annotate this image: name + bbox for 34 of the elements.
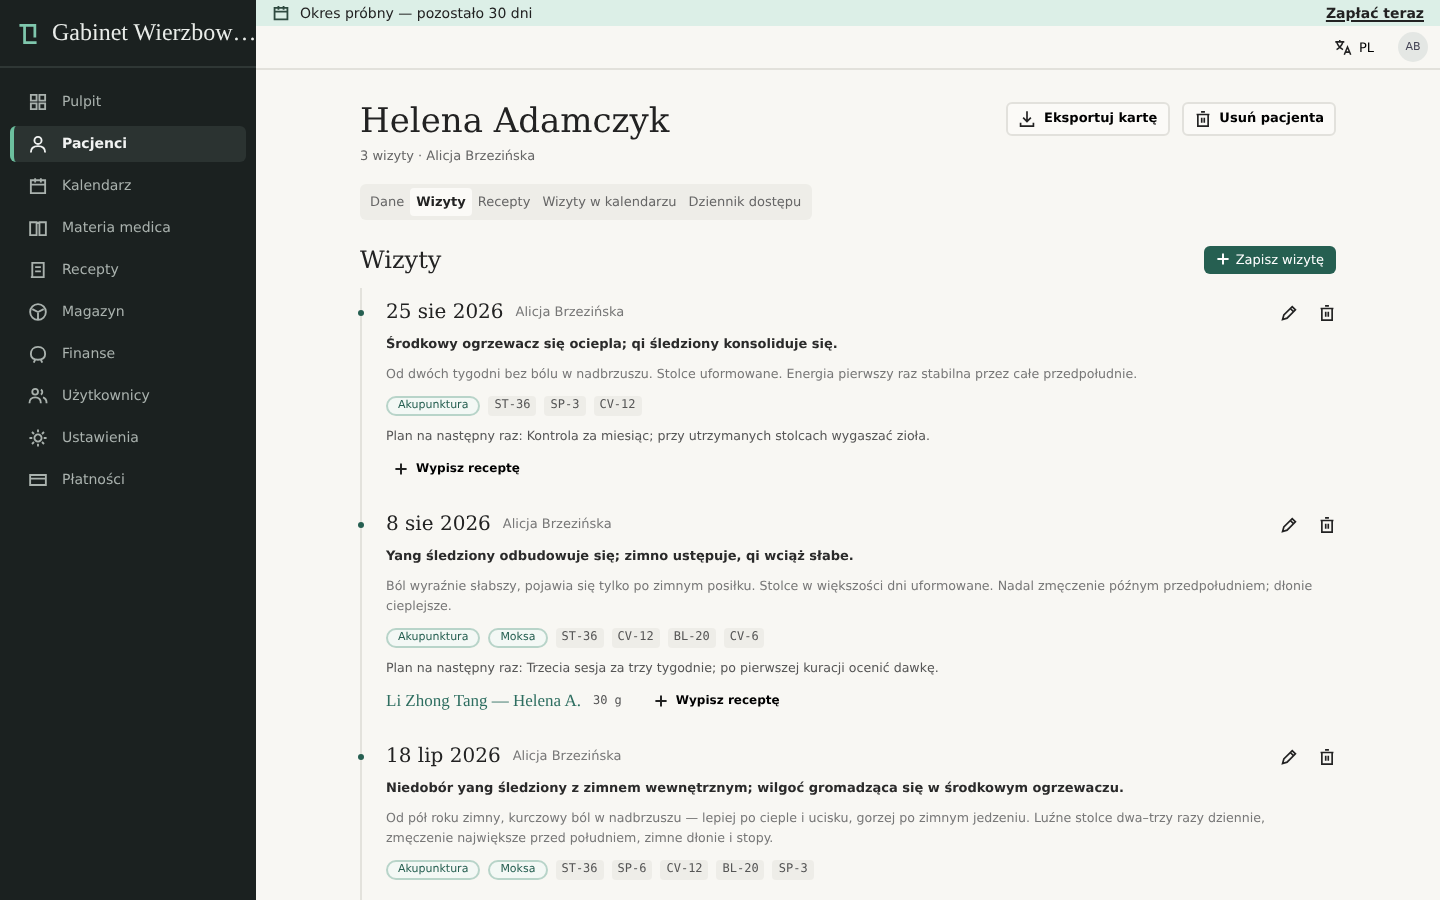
visit-date: 18 lip 2026	[386, 745, 501, 768]
nav-icon	[28, 344, 48, 364]
nav-icon	[28, 218, 48, 238]
timeline-dot	[358, 753, 364, 760]
clinic-name: Gabinet Wierzbow…	[52, 18, 257, 48]
timeline-dot	[358, 521, 364, 528]
trash-icon[interactable]	[1318, 515, 1336, 534]
patient-name: Helena Adamczyk	[360, 101, 670, 142]
plus-icon	[1215, 252, 1230, 267]
trash-icon[interactable]	[1318, 747, 1336, 766]
nav-icon	[28, 302, 48, 322]
edit-icon[interactable]	[1280, 515, 1298, 534]
download-icon	[1018, 109, 1037, 128]
trash-icon	[1193, 109, 1212, 128]
trash-icon[interactable]	[1318, 303, 1336, 322]
plus-icon	[653, 693, 668, 708]
translate-icon	[1334, 38, 1353, 56]
visit-date: 8 sie 2026	[386, 513, 491, 536]
plus-icon	[394, 461, 408, 476]
edit-icon[interactable]	[1280, 303, 1298, 322]
nav-icon	[28, 134, 48, 154]
nav-icon	[28, 428, 48, 448]
timeline-dot	[358, 309, 364, 316]
section-title: Wizyty	[360, 245, 442, 274]
visit-date: 25 sie 2026	[386, 301, 504, 324]
prescription-link[interactable]: Li Zhong Tang — Helena A.	[386, 690, 581, 711]
nav-icon	[28, 470, 48, 490]
nav-icon	[28, 176, 48, 196]
nav-icon	[28, 92, 48, 112]
nav-icon	[28, 386, 48, 406]
nav-icon	[28, 260, 48, 280]
logo-icon	[16, 21, 40, 45]
calendar-icon	[272, 4, 290, 23]
edit-icon[interactable]	[1280, 747, 1298, 766]
